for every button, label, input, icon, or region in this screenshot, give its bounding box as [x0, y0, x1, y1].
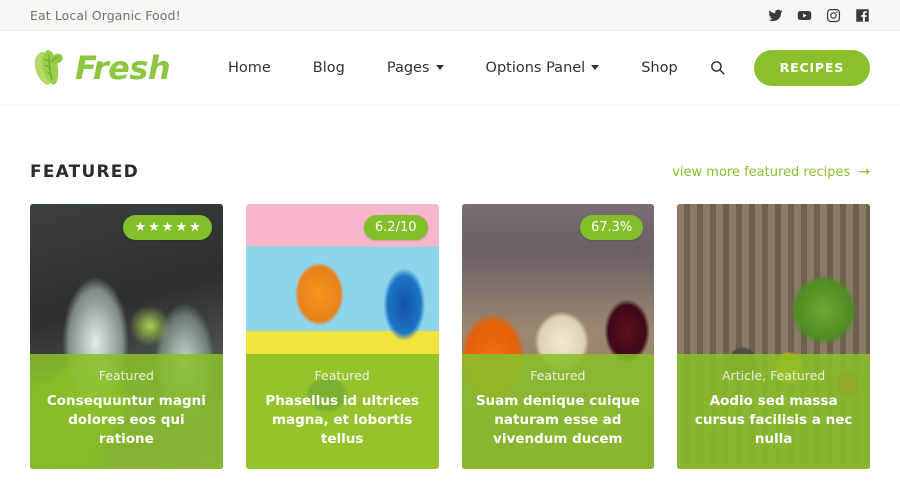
social-links: [768, 8, 870, 23]
featured-card[interactable]: 67.3% Featured Suam denique cuique natur…: [461, 204, 655, 469]
featured-card[interactable]: Article, Featured Aodio sed massa cursus…: [677, 204, 870, 469]
card-title[interactable]: Suam denique cuique naturam esse ad vive…: [474, 392, 643, 449]
nav-label-shop: Shop: [641, 59, 678, 76]
card-overlay: Article, Featured Aodio sed massa cursus…: [677, 353, 870, 469]
site-header: Fresh Home Blog Pages Options Panel Shop…: [0, 31, 900, 104]
card-title[interactable]: Phasellus id ultrices magna, et lobortis…: [258, 392, 427, 449]
card-overlay: Featured Phasellus id ultrices magna, et…: [245, 353, 439, 469]
nav-label-pages: Pages: [386, 59, 430, 76]
nav-item-pages[interactable]: Pages: [366, 60, 465, 76]
star-icon: ★: [189, 220, 201, 235]
page-title: FEATURED: [30, 162, 139, 182]
card-overlay: Featured Suam denique cuique naturam ess…: [461, 353, 655, 469]
card-title[interactable]: Aodio sed massa cursus facilisis a nec n…: [689, 392, 858, 449]
star-icon: ★: [148, 220, 160, 235]
card-category: Article, Featured: [722, 367, 826, 383]
star-icon: ★: [175, 220, 188, 235]
youtube-icon[interactable]: [797, 8, 812, 23]
brand-logo-link[interactable]: Fresh: [30, 48, 171, 88]
featured-card[interactable]: ★ ★ ★ ★ ★ Featured Consequuntur magni do…: [30, 204, 223, 469]
main-content: FEATURED view more featured recipes → ★ …: [0, 104, 900, 469]
star-icon: ★: [134, 220, 147, 235]
main-nav: Home Blog Pages Options Panel Shop RECIP…: [207, 49, 870, 86]
card-category: Featured: [314, 367, 370, 383]
view-more-featured-link[interactable]: view more featured recipes →: [672, 165, 870, 180]
lettuce-leaf-icon: [34, 49, 63, 85]
nav-label-options-panel: Options Panel: [485, 59, 586, 76]
chevron-down-icon: [435, 65, 444, 70]
score-badge: 6.2/10: [363, 215, 428, 240]
brand-name: Fresh: [75, 48, 171, 87]
stars-group: ★ ★ ★ ★ ★: [134, 221, 200, 234]
instagram-icon[interactable]: [826, 8, 841, 23]
rating-stars-badge: ★ ★ ★ ★ ★: [123, 215, 212, 240]
facebook-icon[interactable]: [855, 8, 870, 23]
view-more-label: view more featured recipes: [672, 164, 851, 180]
card-overlay: Featured Consequuntur magni dolores eos …: [30, 353, 223, 469]
featured-card[interactable]: 6.2/10 Featured Phasellus id ultrices ma…: [245, 204, 439, 469]
featured-card-grid: ★ ★ ★ ★ ★ Featured Consequuntur magni do…: [30, 204, 870, 469]
nav-item-options-panel[interactable]: Options Panel: [465, 60, 621, 76]
top-bar: Eat Local Organic Food!: [0, 0, 900, 31]
nav-item-shop[interactable]: Shop: [620, 60, 698, 76]
chevron-down-icon: [591, 65, 600, 70]
star-icon: ★: [161, 220, 174, 235]
percent-badge: 67.3%: [579, 215, 644, 240]
tagline-text: Eat Local Organic Food!: [30, 7, 181, 23]
arrow-right-icon: →: [858, 164, 870, 180]
search-icon[interactable]: [699, 59, 732, 76]
nav-label-home: Home: [227, 59, 271, 76]
recipes-button[interactable]: RECIPES: [753, 49, 870, 86]
card-category: Featured: [98, 367, 154, 383]
card-category: Featured: [530, 367, 586, 383]
nav-item-home[interactable]: Home: [207, 60, 292, 76]
nav-label-blog: Blog: [312, 59, 345, 76]
nav-item-blog[interactable]: Blog: [292, 60, 366, 76]
twitter-icon[interactable]: [768, 8, 783, 23]
featured-section-header: FEATURED view more featured recipes →: [30, 104, 870, 204]
card-title[interactable]: Consequuntur magni dolores eos qui ratio…: [42, 392, 211, 449]
